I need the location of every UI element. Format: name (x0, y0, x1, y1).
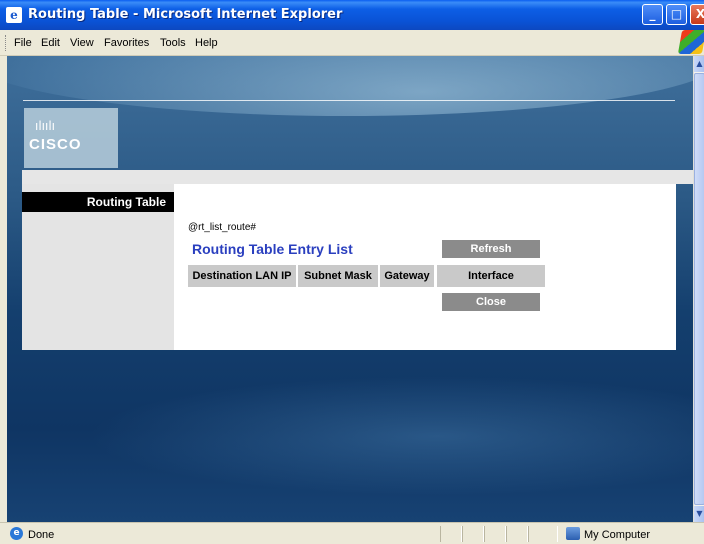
column-header-interface: Interface (437, 265, 545, 287)
vertical-scrollbar[interactable]: ▲ ▼ (693, 56, 704, 522)
scroll-up-icon[interactable]: ▲ (694, 56, 704, 72)
maximize-button[interactable]: □ (666, 4, 687, 25)
minimize-button[interactable]: _ (642, 4, 663, 25)
window-title: Routing Table - Microsoft Internet Explo… (28, 7, 343, 22)
menu-favorites[interactable]: Favorites (104, 37, 149, 49)
menu-edit[interactable]: Edit (41, 37, 60, 49)
template-marker-text: @rt_list_route# (188, 222, 256, 233)
scroll-down-icon[interactable]: ▼ (694, 506, 704, 522)
status-segment (440, 526, 462, 542)
status-segment (462, 526, 484, 542)
sidebar-item-routing-table[interactable]: Routing Table (22, 192, 174, 212)
content-panel: Routing Table @rt_list_route# Routing Ta… (22, 184, 676, 350)
cisco-logo-text: CISCO (29, 136, 82, 153)
status-text: Done (28, 529, 55, 541)
column-header-subnet-mask: Subnet Mask (298, 265, 378, 287)
menu-help[interactable]: Help (195, 37, 218, 49)
window-title-bar[interactable]: e Routing Table - Microsoft Internet Exp… (0, 0, 704, 30)
close-window-button[interactable]: X (690, 4, 704, 25)
my-computer-icon (566, 527, 580, 540)
zone-text: My Computer (584, 529, 651, 541)
status-segment (528, 526, 558, 542)
background-swoosh (87, 376, 693, 496)
page-done-icon: e (10, 527, 23, 540)
sidebar: Routing Table (22, 184, 174, 350)
refresh-button[interactable]: Refresh (442, 240, 540, 258)
scroll-thumb[interactable] (694, 73, 704, 505)
menu-view[interactable]: View (70, 37, 94, 49)
status-bar: e Done My Computer (0, 522, 704, 544)
background-swoosh (7, 56, 693, 116)
status-segment (484, 526, 506, 542)
menu-grip[interactable] (5, 35, 7, 51)
ie-icon: e (6, 7, 22, 23)
menu-bar: File Edit View Favorites Tools Help (0, 30, 704, 56)
menu-file[interactable]: File (14, 37, 32, 49)
header-divider (23, 100, 675, 101)
close-button[interactable]: Close (442, 293, 540, 311)
column-header-gateway: Gateway (380, 265, 434, 287)
status-segment (506, 526, 528, 542)
page-viewport: ılıılı CISCO Routing Table @rt_list_rout… (7, 56, 693, 522)
menu-tools[interactable]: Tools (160, 37, 186, 49)
column-header-destination: Destination LAN IP (188, 265, 296, 287)
nav-band (22, 170, 693, 184)
windows-logo-icon (677, 30, 704, 54)
page-title: Routing Table Entry List (192, 241, 353, 257)
cisco-bars-icon: ılıılı (35, 119, 56, 133)
